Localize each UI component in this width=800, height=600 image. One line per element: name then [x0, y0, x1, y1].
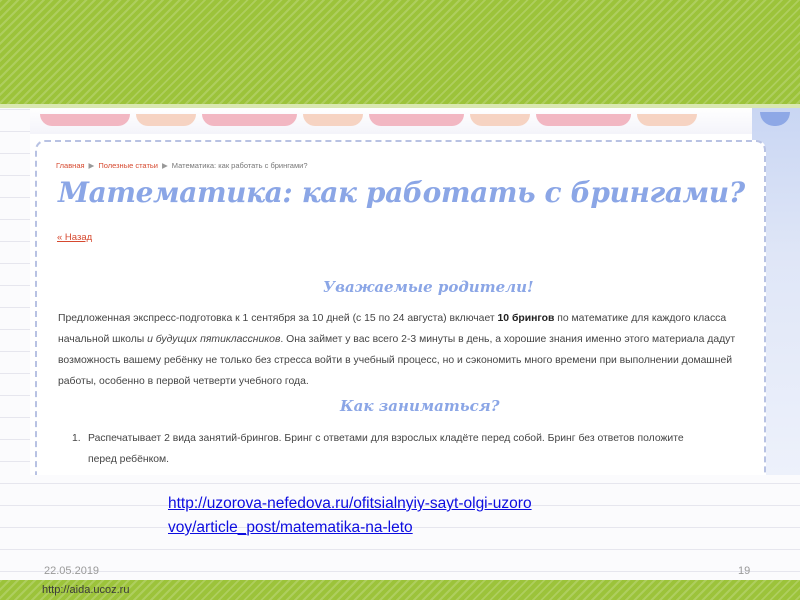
site-header-decoration	[30, 108, 800, 134]
page-title: Математика: как работать с брингами?	[58, 176, 745, 209]
intro-text: Предложенная экспресс-подготовка к 1 сен…	[58, 313, 498, 324]
decorative-shape	[760, 112, 790, 126]
scallop-decoration	[637, 114, 697, 126]
list-item-number: 1.	[72, 433, 81, 444]
list-item-continuation: перед ребёнком.	[88, 454, 170, 465]
scallop-decoration	[136, 114, 196, 126]
list-item-text: Распечатывает 2 вида занятий-брингов. Бр…	[88, 433, 684, 444]
how-to-heading: Как заниматься?	[340, 397, 500, 415]
source-hyperlink[interactable]: http://uzorova-nefedova.ru/ofitsialnyiy-…	[168, 492, 532, 540]
scallop-decoration	[40, 114, 130, 126]
breadcrumb-home-link[interactable]: Главная	[56, 161, 85, 170]
intro-italic-text: и будущих пятиклассников	[147, 334, 281, 345]
source-hyperlink-line1: http://uzorova-nefedova.ru/ofitsialnyiy-…	[168, 495, 532, 512]
breadcrumb-separator-icon: ▶	[161, 161, 168, 170]
greeting-heading: Уважаемые родители!	[323, 278, 534, 296]
slide-page-number: 19	[738, 565, 751, 577]
scallop-decoration	[536, 114, 631, 126]
top-decorative-band	[0, 0, 800, 104]
intro-paragraph: Предложенная экспресс-подготовка к 1 сен…	[58, 308, 764, 392]
breadcrumb-current: Математика: как работать с брингами?	[171, 161, 308, 170]
scallop-decoration	[202, 114, 297, 126]
source-hyperlink-line2: voy/article_post/matematika-na-leto	[168, 519, 413, 536]
website-screenshot: Главная ▶ Полезные статьи ▶ Математика: как …	[30, 108, 800, 475]
breadcrumb: Главная ▶ Полезные статьи ▶ Математика: как …	[56, 161, 308, 170]
scallop-decoration	[470, 114, 530, 126]
list-item: 1. Распечатывает 2 вида занятий-брингов. …	[58, 428, 764, 449]
scallop-decoration	[369, 114, 464, 126]
intro-bold-text: 10 брингов	[497, 313, 555, 324]
slide-date: 22.05.2019	[44, 565, 100, 577]
back-link[interactable]: « Назад	[57, 232, 92, 243]
breadcrumb-separator-icon: ▶	[88, 161, 95, 170]
instructions-list: 1. Распечатывает 2 вида занятий-брингов. …	[58, 428, 764, 470]
scallop-decoration	[303, 114, 363, 126]
footer-url: http://aida.ucoz.ru	[42, 584, 130, 596]
breadcrumb-section-link[interactable]: Полезные статьи	[98, 161, 158, 170]
